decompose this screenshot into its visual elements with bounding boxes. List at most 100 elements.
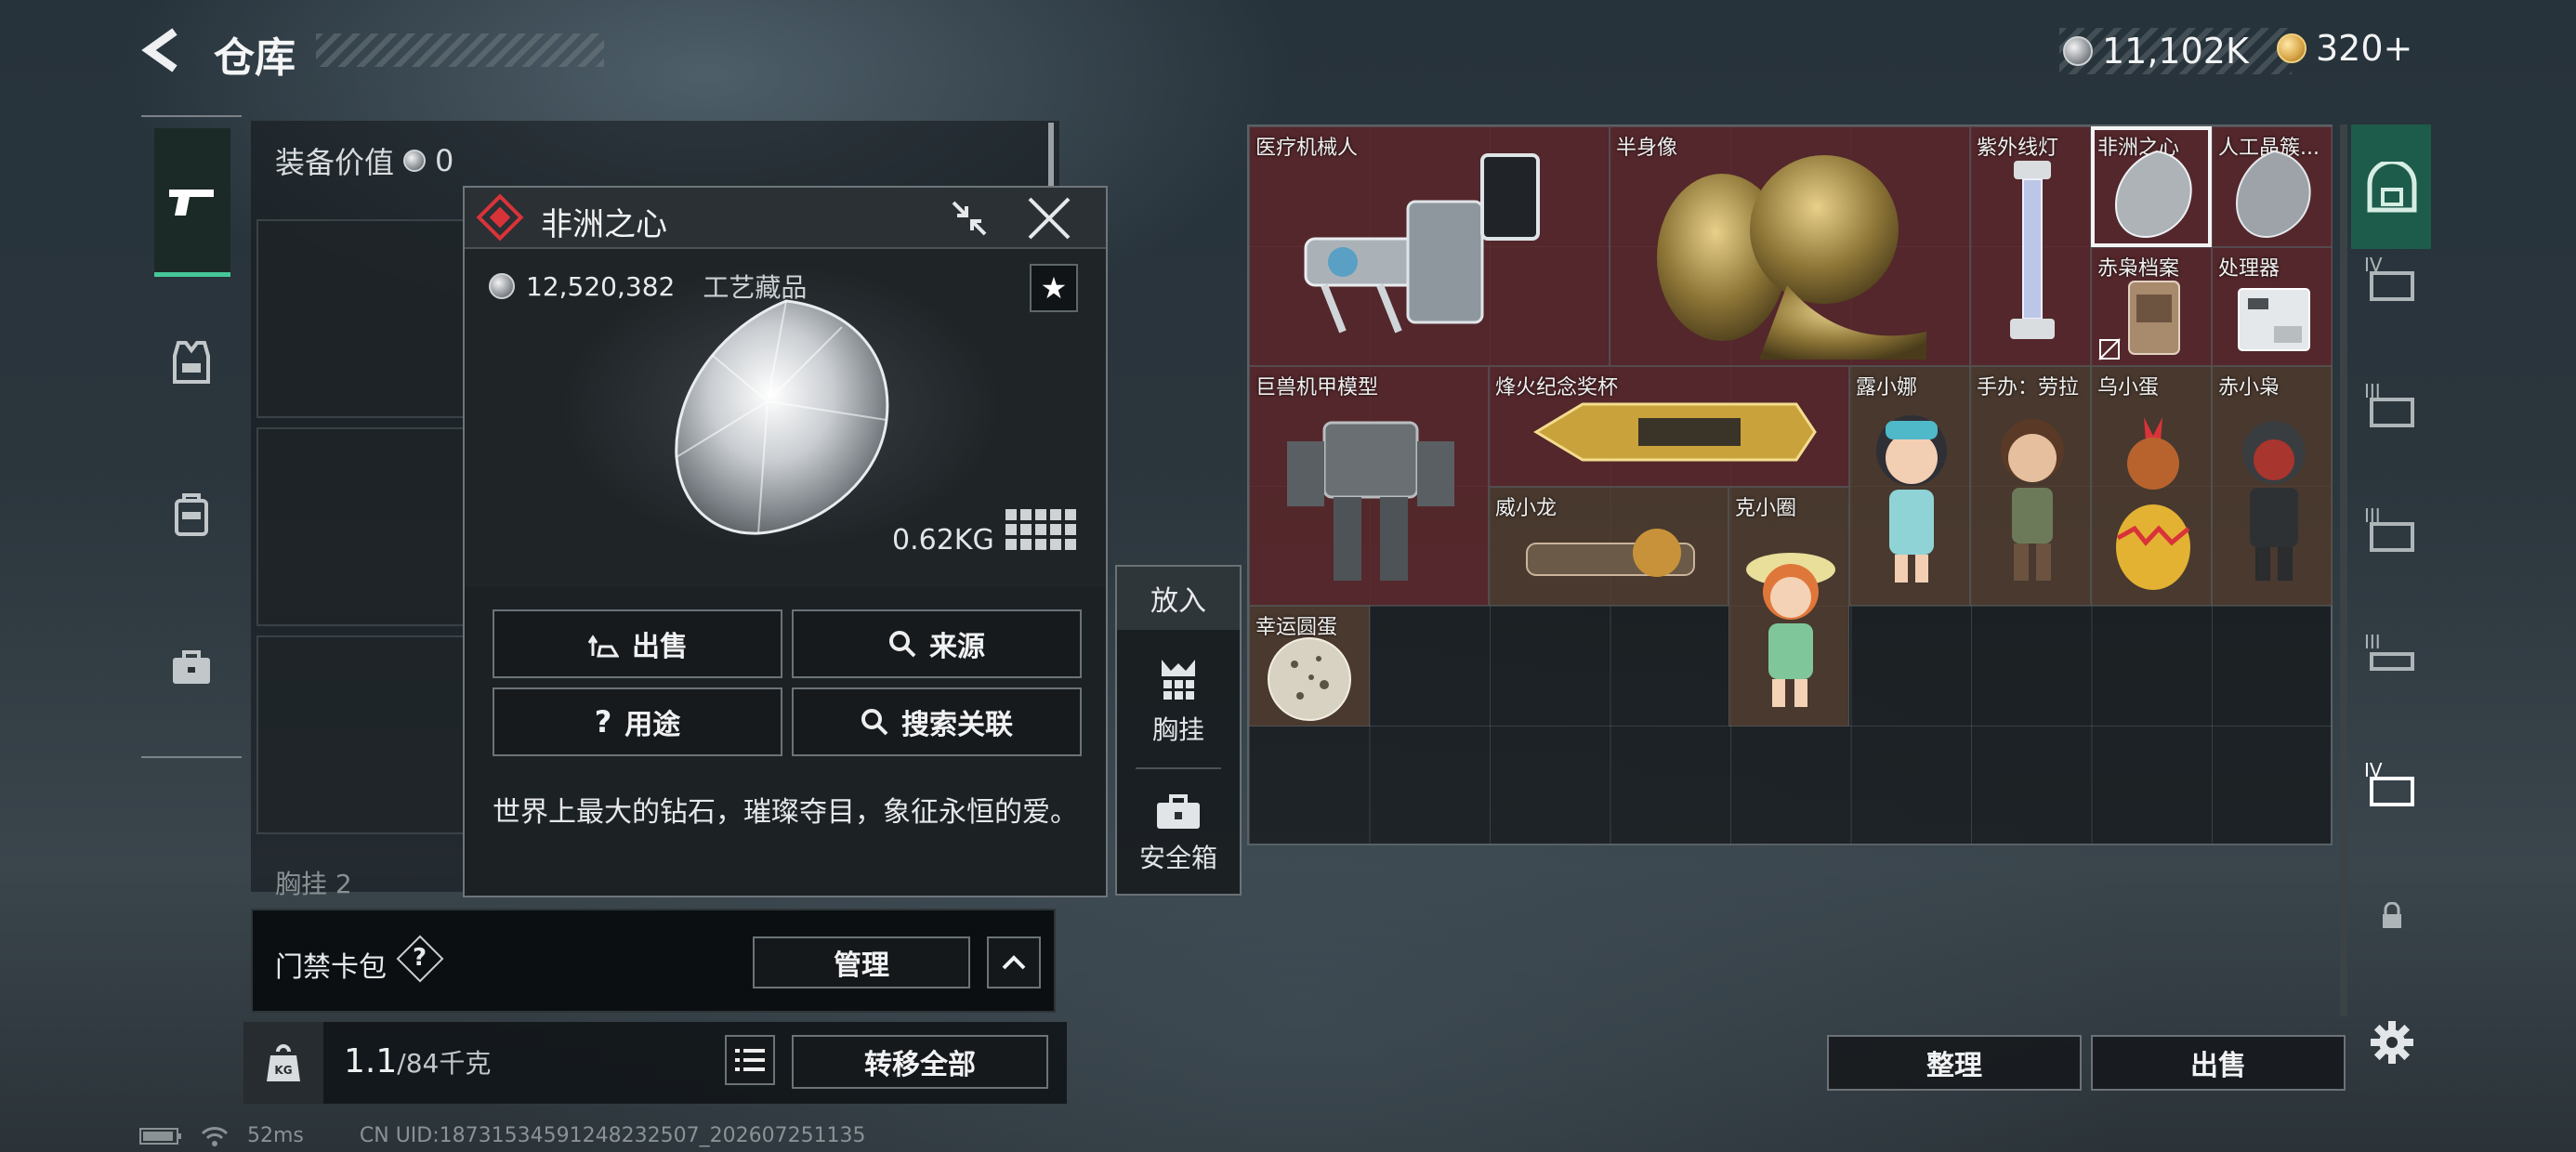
item-owl-file[interactable]: 赤枭档案 bbox=[2091, 247, 2212, 366]
size-grid-icon bbox=[1005, 509, 1076, 550]
robot-arm-image bbox=[1304, 153, 1540, 334]
inventory-grid: 医疗机械人 半身像 紫外线灯 非洲之心 人工晶簇... 赤枭档案 处理器 巨兽机… bbox=[1247, 124, 2333, 845]
processor-image bbox=[2238, 288, 2310, 351]
item-bust[interactable]: 半身像 bbox=[1610, 126, 1970, 366]
put-in-title: 放入 bbox=[1117, 567, 1240, 630]
gold-amount: 320+ bbox=[2316, 28, 2413, 69]
item-ke-xiaoquan[interactable]: 克小圈 bbox=[1728, 487, 1849, 727]
sort-button[interactable]: 整理 bbox=[1827, 1035, 2082, 1091]
item-wei-xiaolong[interactable]: 威小龙 bbox=[1489, 487, 1728, 606]
put-in-safe-box[interactable]: 安全箱 bbox=[1117, 793, 1240, 875]
item-chi-xiaoxiao[interactable]: 赤小枭 bbox=[2212, 366, 2333, 606]
item-lara-figure[interactable]: 手办：劳拉 bbox=[1970, 366, 2091, 606]
list-view-button[interactable] bbox=[725, 1035, 775, 1085]
currency-silver[interactable]: 11,102K bbox=[2059, 28, 2292, 74]
card-pack-bar: 门禁卡包 ? 管理 bbox=[251, 909, 1056, 1013]
storage-tier-icon: III bbox=[2364, 631, 2414, 671]
equipment-slot-secondary[interactable] bbox=[256, 427, 472, 626]
sell-button[interactable]: 出售 bbox=[2091, 1035, 2346, 1091]
silver-coin-icon bbox=[2063, 36, 2093, 66]
weight-bar: KG 1.1/84千克 转移全部 bbox=[243, 1022, 1067, 1104]
source-label: 来源 bbox=[929, 631, 985, 663]
item-beacon-trophy[interactable]: 烽火纪念奖杯 bbox=[1489, 366, 1849, 487]
item-medical-robot[interactable]: 医疗机械人 bbox=[1249, 126, 1610, 366]
weight-readout: 1.1/84千克 bbox=[344, 1042, 491, 1080]
nav-backpack[interactable] bbox=[152, 476, 230, 554]
card-pack-label: 门禁卡包 bbox=[275, 951, 387, 984]
weight-icon-box: KG bbox=[243, 1022, 323, 1104]
tab-storage-iii-c[interactable]: III bbox=[2353, 609, 2431, 702]
source-button[interactable]: 来源 bbox=[792, 609, 1082, 678]
figure-image bbox=[2001, 419, 2064, 581]
nav-weapons[interactable] bbox=[152, 164, 230, 242]
nav-case[interactable] bbox=[152, 628, 230, 706]
tab-storage-iii-a[interactable]: III bbox=[2353, 359, 2431, 452]
svg-text:III: III bbox=[2364, 631, 2381, 653]
tab-storage-iv-b[interactable]: IV bbox=[2353, 738, 2431, 831]
close-button[interactable] bbox=[1026, 197, 1074, 240]
tab-storage-iii-b[interactable]: III bbox=[2353, 483, 2431, 576]
put-in-panel: 放入 胸挂 安全箱 bbox=[1115, 565, 1242, 896]
uid-readout: CN UID:1873153459124823​2507_20260725113… bbox=[359, 1124, 866, 1147]
currency-gold[interactable]: 320+ bbox=[2277, 28, 2412, 69]
settings-button[interactable] bbox=[2353, 996, 2431, 1089]
equipment-slot-helmet[interactable] bbox=[256, 635, 472, 834]
battery-icon bbox=[139, 1127, 181, 1145]
storage-tier-icon: IV bbox=[2364, 759, 2414, 806]
item-lucky-egg[interactable]: 幸运圆蛋 bbox=[1249, 606, 1370, 727]
ping-readout: 52ms bbox=[247, 1124, 304, 1147]
safe-box-label: 安全箱 bbox=[1138, 843, 1217, 873]
item-uv-lamp[interactable]: 紫外线灯 bbox=[1970, 126, 2091, 366]
figure-image bbox=[1746, 553, 1835, 707]
sell-item-button[interactable]: 出售 bbox=[493, 609, 782, 678]
manage-button[interactable]: 管理 bbox=[753, 936, 970, 988]
weight-max: /84千克 bbox=[397, 1048, 492, 1079]
item-label: 紫外线灯 bbox=[1977, 137, 2059, 160]
bust-image bbox=[1657, 155, 1926, 360]
chest-rig-label: 胸挂 bbox=[1151, 714, 1204, 745]
minimize-button[interactable] bbox=[948, 197, 994, 240]
equipment-slot-primary[interactable] bbox=[256, 219, 472, 418]
favorite-button[interactable]: ★ bbox=[1030, 264, 1078, 312]
help-icon: ? bbox=[413, 944, 427, 972]
chevron-up-icon bbox=[1002, 955, 1026, 970]
egg-image bbox=[1268, 637, 1351, 721]
search-related-label: 搜索关联 bbox=[901, 709, 1013, 741]
chevron-left-icon bbox=[141, 28, 177, 72]
equipment-scrollbar[interactable] bbox=[1048, 123, 1054, 188]
inventory-scrollbar-track[interactable] bbox=[2340, 124, 2347, 1016]
weight-current: 1.1 bbox=[344, 1042, 398, 1080]
sort-label: 整理 bbox=[1926, 1050, 1982, 1082]
nav-armor[interactable] bbox=[152, 323, 230, 401]
collapse-button[interactable] bbox=[987, 936, 1041, 988]
item-detail-popup: 非洲之心 12,520,382 工艺藏品 ★ 0.62KG 出售 来源 ? 用途… bbox=[463, 186, 1108, 897]
popup-header: 非洲之心 bbox=[465, 188, 1106, 249]
item-lu-xiaona[interactable]: 露小娜 bbox=[1849, 366, 1970, 606]
item-mech-model[interactable]: 巨兽机甲模型 bbox=[1249, 366, 1489, 606]
search-related-button[interactable]: 搜索关联 bbox=[792, 687, 1082, 756]
question-icon: ? bbox=[594, 704, 612, 740]
equipment-value-number: 0 bbox=[435, 143, 454, 178]
put-in-chest-rig[interactable]: 胸挂 bbox=[1117, 658, 1240, 747]
item-label: 处理器 bbox=[2218, 257, 2280, 281]
armor-vest-icon bbox=[173, 341, 210, 384]
tab-locked[interactable] bbox=[2353, 870, 2431, 962]
silver-coin-icon bbox=[489, 273, 515, 299]
silver-coin-icon bbox=[403, 150, 427, 172]
back-button[interactable] bbox=[139, 26, 182, 81]
tab-warehouse-main[interactable] bbox=[2351, 124, 2431, 249]
transfer-all-button[interactable]: 转移全部 bbox=[792, 1035, 1048, 1089]
usage-button[interactable]: ? 用途 bbox=[493, 687, 782, 756]
item-label: 露小娜 bbox=[1856, 376, 1918, 399]
item-processor[interactable]: 处理器 bbox=[2212, 247, 2333, 366]
figure-image bbox=[1876, 415, 1947, 583]
collapse-arrows-icon bbox=[952, 201, 987, 236]
tab-storage-iv[interactable]: IV bbox=[2353, 232, 2431, 325]
usage-label: 用途 bbox=[624, 709, 681, 741]
item-wu-xiaodan[interactable]: 乌小蛋 bbox=[2091, 366, 2212, 606]
star-icon: ★ bbox=[1040, 270, 1068, 306]
search-icon bbox=[861, 709, 888, 736]
item-artificial-crystal[interactable]: 人工晶簇... bbox=[2212, 126, 2333, 247]
equipment-value: 装备价值 0 bbox=[275, 139, 453, 182]
item-heart-of-africa[interactable]: 非洲之心 bbox=[2091, 126, 2212, 247]
